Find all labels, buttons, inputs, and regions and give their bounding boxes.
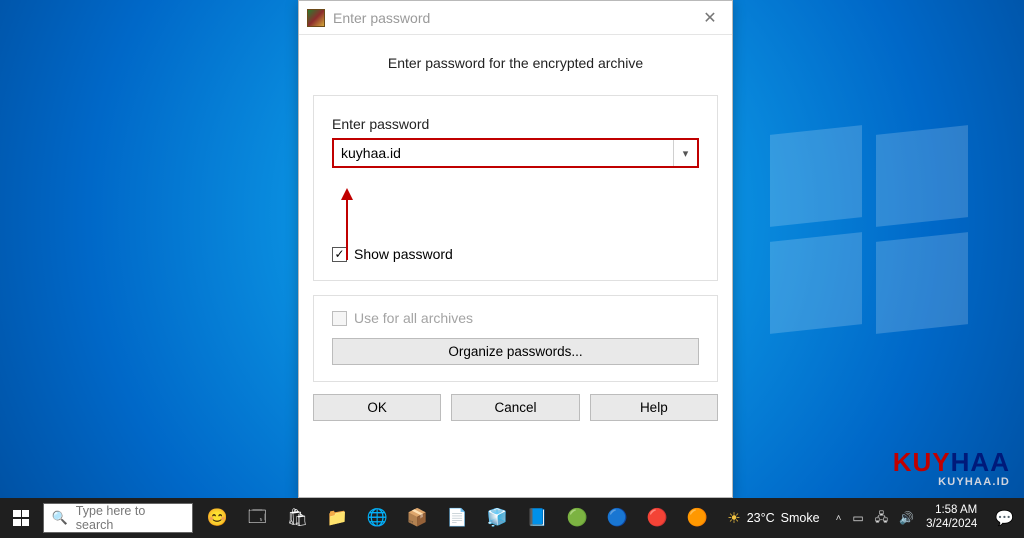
browser-icon-3[interactable]: 🔴	[637, 498, 677, 538]
password-input[interactable]	[334, 141, 673, 165]
app-icon-1[interactable]: 🧊	[477, 498, 517, 538]
browser-icon-4[interactable]: 🟠	[677, 498, 717, 538]
cortana-icon[interactable]: 😊	[197, 498, 237, 538]
annotation-arrow	[346, 198, 348, 260]
desktop: Enter password ✕ Enter password for the …	[0, 0, 1024, 538]
task-icons: 😊 🗔 🛍 📁 🌐 📦 📄 🧊 📘 🟢 🔵 🔴 🟠	[193, 498, 717, 538]
windows-logo-wallpaper	[770, 130, 970, 330]
use-for-all-label: Use for all archives	[354, 310, 473, 326]
browser-icon-2[interactable]: 🔵	[597, 498, 637, 538]
search-icon: 🔍	[52, 510, 68, 526]
winrar-taskbar-icon[interactable]: 📦	[397, 498, 437, 538]
organize-passwords-button[interactable]: Organize passwords...	[332, 338, 699, 365]
chevron-down-icon[interactable]: ▾	[673, 140, 697, 166]
chrome-icon[interactable]: 🟢	[557, 498, 597, 538]
edge-icon[interactable]: 🌐	[357, 498, 397, 538]
battery-icon[interactable]: ▭	[852, 511, 863, 525]
tray-chevron-icon[interactable]: ˄	[836, 513, 842, 524]
winrar-icon	[307, 9, 325, 27]
start-button[interactable]	[0, 498, 43, 538]
search-box[interactable]: 🔍 Type here to search	[43, 503, 194, 533]
time: 1:58 AM	[926, 504, 977, 518]
close-button[interactable]: ✕	[688, 1, 732, 35]
use-for-all-checkbox	[332, 311, 347, 326]
dialog-buttons: OK Cancel Help	[299, 394, 732, 435]
task-view-icon[interactable]: 🗔	[237, 498, 277, 538]
dialog-heading: Enter password for the encrypted archive	[313, 55, 718, 71]
show-password-label: Show password	[354, 246, 453, 262]
clock[interactable]: 1:58 AM 3/24/2024	[918, 504, 985, 532]
password-panel: Enter password ▾ Show password	[313, 95, 718, 281]
weather-widget[interactable]: ☀ 23°C Smoke	[717, 498, 829, 538]
network-icon[interactable]: 🖧	[875, 508, 888, 529]
archives-panel: Use for all archives Organize passwords.…	[313, 295, 718, 382]
taskbar: 🔍 Type here to search 😊 🗔 🛍 📁 🌐 📦 📄 🧊 📘 …	[0, 498, 1024, 538]
explorer-icon[interactable]: 📁	[317, 498, 357, 538]
password-label: Enter password	[332, 116, 699, 132]
password-combobox[interactable]: ▾	[332, 138, 699, 168]
cancel-button[interactable]: Cancel	[451, 394, 579, 421]
weather-temp: 23°C	[747, 511, 775, 525]
titlebar: Enter password ✕	[299, 1, 732, 35]
search-placeholder: Type here to search	[76, 504, 184, 532]
notepad-icon[interactable]: 📄	[437, 498, 477, 538]
sun-icon: ☀	[727, 509, 740, 527]
password-dialog: Enter password ✕ Enter password for the …	[298, 0, 733, 498]
use-for-all-row: Use for all archives	[332, 310, 699, 326]
watermark-brand: KUYHAA	[893, 447, 1010, 478]
weather-desc: Smoke	[781, 511, 820, 525]
help-button[interactable]: Help	[590, 394, 718, 421]
date: 3/24/2024	[926, 518, 977, 532]
watermark: KUYHAA KUYHAA.ID	[893, 447, 1010, 488]
action-center-icon[interactable]: 💬	[985, 498, 1024, 538]
dialog-title: Enter password	[333, 10, 430, 26]
tray: ˄ ▭ 🖧 🔊	[830, 508, 919, 529]
show-password-row[interactable]: Show password	[332, 246, 699, 262]
word-icon[interactable]: 📘	[517, 498, 557, 538]
volume-icon[interactable]: 🔊	[899, 511, 914, 525]
store-icon[interactable]: 🛍	[277, 498, 317, 538]
ok-button[interactable]: OK	[313, 394, 441, 421]
show-password-checkbox[interactable]	[332, 247, 347, 262]
